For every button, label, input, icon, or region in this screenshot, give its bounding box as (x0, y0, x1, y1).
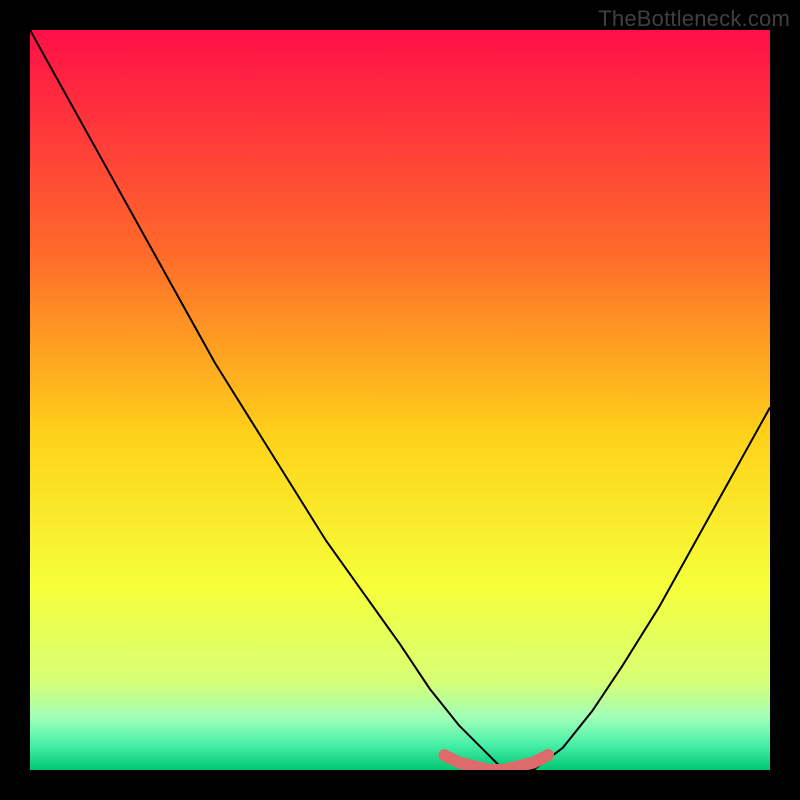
plot-area (30, 30, 770, 770)
bottleneck-curve (30, 30, 770, 770)
watermark-text: TheBottleneck.com (598, 6, 790, 32)
curve-layer (30, 30, 770, 770)
chart-frame: TheBottleneck.com (0, 0, 800, 800)
